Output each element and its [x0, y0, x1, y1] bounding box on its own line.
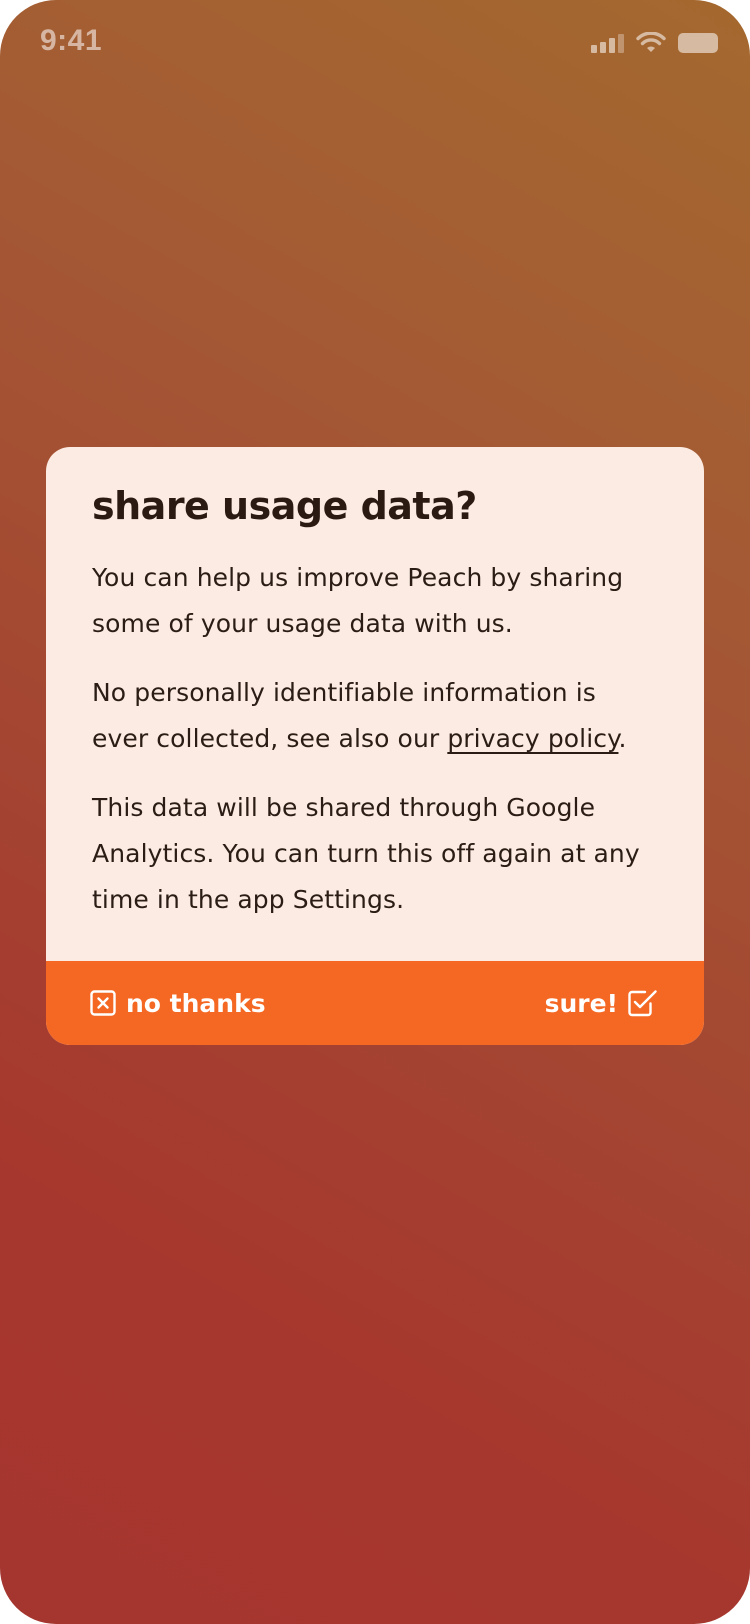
status-time: 9:41 — [40, 24, 103, 57]
privacy-policy-link[interactable]: privacy policy — [447, 724, 618, 753]
dialog-title: share usage data? — [92, 484, 477, 528]
sure-label: sure! — [544, 988, 618, 1018]
wifi-icon — [636, 32, 666, 52]
close-box-icon — [90, 990, 116, 1016]
dialog-footer: no thanks sure! — [46, 961, 704, 1045]
dialog-paragraph-3: This data will be shared through Google … — [92, 793, 640, 914]
signal-icon — [591, 33, 624, 53]
status-icons — [591, 32, 718, 54]
sure-button[interactable]: sure! — [545, 989, 658, 1018]
dialog-paragraph-2: No personally identifiable information i… — [92, 670, 660, 762]
no-thanks-label: no thanks — [126, 988, 266, 1018]
checkbox-checked-icon — [628, 990, 657, 1017]
status-bar: 9:41 — [0, 0, 750, 88]
screen: 9:41 share usage data? You can help us i… — [0, 0, 750, 1624]
dialog-body: share usage data? You can help us improv… — [46, 447, 704, 961]
dialog-paragraph-1: You can help us improve Peach by sharing… — [92, 563, 624, 638]
battery-icon — [678, 33, 718, 53]
paragraph-2-period: . — [618, 724, 627, 753]
no-thanks-button[interactable]: no thanks — [90, 989, 266, 1018]
usage-data-dialog: share usage data? You can help us improv… — [46, 447, 704, 1045]
